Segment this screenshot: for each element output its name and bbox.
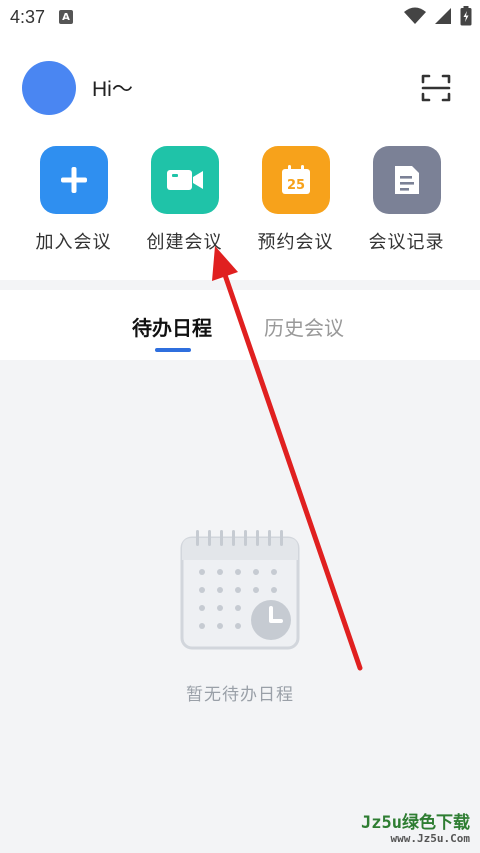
- create-meeting-button[interactable]: 创建会议: [130, 146, 240, 254]
- create-meeting-icon-tile: [150, 146, 219, 214]
- watermark: Jz5u绿色下载 www.Jz5u.Com: [361, 814, 470, 845]
- empty-state-text: 暂无待办日程: [186, 685, 294, 705]
- video-camera-icon: [166, 170, 203, 190]
- section-divider: [0, 280, 480, 290]
- notification-icon: A: [59, 10, 74, 24]
- tab-pending-schedule[interactable]: 待办日程: [132, 312, 212, 341]
- plus-icon: [60, 167, 87, 193]
- schedule-meeting-button[interactable]: 25 预约会议: [241, 146, 351, 254]
- schedule-meeting-label: 预约会议: [257, 232, 334, 253]
- calendar-icon: 25: [281, 165, 310, 194]
- active-tab-indicator: [155, 348, 191, 352]
- join-meeting-button[interactable]: 加入会议: [19, 146, 129, 254]
- schedule-content: 暂无待办日程: [0, 360, 480, 853]
- schedule-tabs: 待办日程 历史会议: [0, 290, 480, 360]
- signal-icon: [435, 8, 451, 24]
- battery-icon: [460, 6, 472, 26]
- quick-actions: 加入会议 创建会议 25 预约会议 会议记录: [0, 146, 480, 254]
- create-meeting-label: 创建会议: [146, 232, 223, 253]
- meeting-records-label: 会议记录: [368, 232, 445, 253]
- status-time: 4:37: [10, 6, 46, 27]
- greeting-text: Hi～: [92, 78, 133, 101]
- scan-icon[interactable]: [420, 72, 452, 104]
- wifi-icon: [404, 7, 426, 24]
- profile-header: Hi～: [22, 60, 458, 116]
- status-indicators: [404, 6, 472, 26]
- watermark-url: www.Jz5u.Com: [390, 831, 470, 845]
- meeting-records-icon-tile: [372, 146, 441, 214]
- avatar[interactable]: [22, 61, 76, 115]
- calendar-date-text: 25: [286, 178, 304, 193]
- status-bar: 4:37 A: [0, 0, 480, 34]
- calendar-clock-icon: [180, 530, 300, 650]
- schedule-meeting-icon-tile: 25: [261, 146, 330, 214]
- document-icon: [394, 166, 419, 194]
- join-meeting-icon-tile: [39, 146, 108, 214]
- join-meeting-label: 加入会议: [35, 232, 112, 253]
- tab-meeting-history[interactable]: 历史会议: [264, 312, 344, 341]
- meeting-records-button[interactable]: 会议记录: [352, 146, 462, 254]
- watermark-title: Jz5u绿色下载: [361, 813, 470, 834]
